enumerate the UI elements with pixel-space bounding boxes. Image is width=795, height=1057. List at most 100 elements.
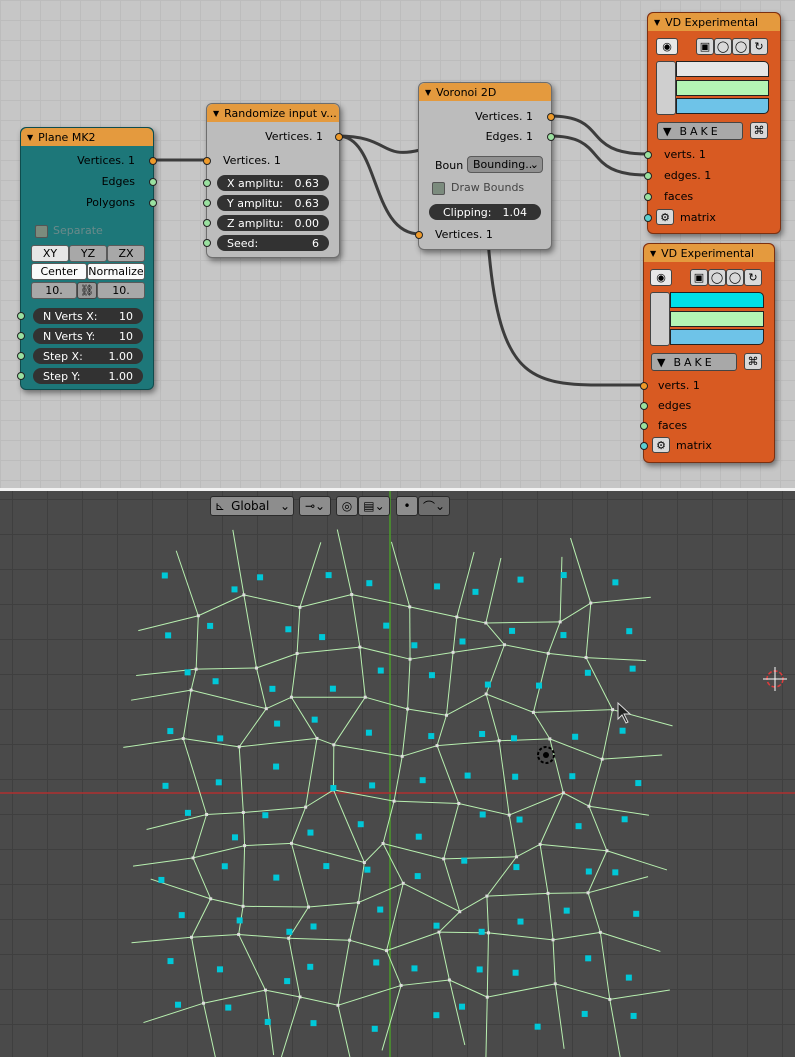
nverts-y-socket[interactable] (17, 332, 25, 340)
step-y-field[interactable]: Step Y: 1.00 (33, 368, 143, 384)
separate-checkbox[interactable] (35, 225, 48, 238)
x-amplitude-field[interactable]: X amplitu: 0.63 (217, 175, 329, 191)
mesh-edge (206, 811, 244, 815)
node-editor[interactable]: ▼ Plane MK2 Vertices. 1 Edges Polygons Se… (0, 0, 795, 488)
collapse-triangle-icon[interactable]: ▼ (654, 18, 660, 27)
vd1-face-color-swatch[interactable] (676, 98, 769, 114)
vd1-vertex-color-swatch[interactable] (676, 61, 769, 77)
vd-experimental-node-2[interactable]: ▼ VD Experimental ◉ ▣ ◯ ◯ ↻ ▼ BAKE ⌘ verts… (640, 243, 775, 463)
voronoi-vertices-socket[interactable] (547, 113, 555, 121)
z-amplitude-field[interactable]: Z amplitu: 0.00 (217, 215, 329, 231)
plane-node-header[interactable]: ▼ Plane MK2 (21, 128, 153, 146)
mesh-edge (239, 737, 318, 748)
vd2-matrix-icon[interactable]: ⚙ (652, 437, 670, 453)
3d-viewport[interactable]: ⊾ Global ⌄ ⊸ ⌄ ◎ ▤ ⌄ • ⌒ ⌄ (0, 491, 795, 1057)
randomize-input-socket[interactable] (203, 157, 211, 165)
nverts-x-field[interactable]: N Verts X: 10 (33, 308, 143, 324)
randomize-node[interactable]: ▼ Randomize input v... Vertices. 1 Vertic… (203, 103, 343, 258)
color-mode-icons[interactable] (656, 61, 676, 115)
mesh-edge (333, 696, 366, 746)
input-point (575, 823, 582, 830)
sphere-icon[interactable]: ◯ (732, 38, 750, 55)
vd1-node-header[interactable]: ▼ VD Experimental (648, 13, 780, 31)
3d-cursor-icon[interactable] (537, 746, 555, 764)
falloff-toggle[interactable]: • (396, 496, 418, 516)
vd1-matrix-socket[interactable] (644, 214, 652, 222)
cube-icon[interactable]: ▣ (696, 38, 714, 55)
vd2-face-color-swatch[interactable] (670, 329, 764, 345)
tab-xy[interactable]: XY (31, 245, 69, 262)
collapse-triangle-icon[interactable]: ▼ (425, 88, 431, 97)
link-icon[interactable]: ⛓ (77, 282, 97, 299)
voronoi-mesh-display[interactable] (0, 491, 795, 1057)
plane-polygons-socket[interactable] (149, 199, 157, 207)
plane-mk2-node[interactable]: ▼ Plane MK2 Vertices. 1 Edges Polygons Se… (17, 127, 157, 390)
circle-icon[interactable]: ◯ (708, 269, 726, 286)
seed-field[interactable]: Seed: 6 (217, 235, 329, 251)
nverts-y-field[interactable]: N Verts Y: 10 (33, 328, 143, 344)
voronoi-2d-node[interactable]: ▼ Voronoi 2D Vertices. 1 Edges. 1 Boun Bo… (415, 82, 555, 250)
size-y-field[interactable]: 10. (97, 282, 145, 299)
nverts-x-socket[interactable] (17, 312, 25, 320)
vd2-extra-icon[interactable]: ⌘ (744, 353, 762, 370)
vd2-bake-button[interactable]: ▼ BAKE (651, 353, 737, 371)
clipping-field[interactable]: Clipping: 1.04 (429, 204, 541, 220)
draw-bounds-checkbox[interactable] (432, 182, 445, 195)
eye-icon[interactable]: ◉ (656, 38, 678, 55)
vd1-matrix-icon[interactable]: ⚙ (656, 209, 674, 225)
center-toggle[interactable]: Center (31, 263, 87, 280)
vd1-extra-icon[interactable]: ⌘ (750, 122, 768, 139)
vd-experimental-node-1[interactable]: ▼ VD Experimental ◉ ▣ ◯ ◯ ↻ ▼ BAKE ⌘ verts… (644, 12, 781, 234)
vd1-bake-button[interactable]: ▼ BAKE (657, 122, 743, 140)
plane-vertices-socket[interactable] (149, 157, 157, 165)
vd2-node-header[interactable]: ▼ VD Experimental (644, 244, 774, 262)
vd1-edge-color-swatch[interactable] (676, 80, 769, 96)
circle-icon[interactable]: ◯ (714, 38, 732, 55)
collapse-triangle-icon[interactable]: ▼ (213, 109, 219, 118)
mesh-edge (299, 996, 339, 1006)
step-x-socket[interactable] (17, 352, 25, 360)
size-x-field[interactable]: 10. (31, 282, 77, 299)
randomize-node-header[interactable]: ▼ Randomize input v... (207, 104, 339, 122)
voronoi-node-header[interactable]: ▼ Voronoi 2D (419, 83, 551, 101)
y-amplitude-field[interactable]: Y amplitu: 0.63 (217, 195, 329, 211)
collapse-triangle-icon[interactable]: ▼ (650, 249, 656, 258)
proportional-edit-button[interactable]: ◎ (336, 496, 358, 516)
wire-icon[interactable]: ↻ (744, 269, 762, 286)
cube-icon[interactable]: ▣ (690, 269, 708, 286)
vd2-vertex-color-swatch[interactable] (670, 292, 764, 308)
transform-orientation-dropdown[interactable]: ⊾ Global ⌄ (210, 496, 294, 516)
vd1-edges-socket[interactable] (644, 172, 652, 180)
vd2-matrix-socket[interactable] (640, 442, 648, 450)
randomize-output-socket[interactable] (335, 133, 343, 141)
bound-mode-dropdown[interactable]: Bounding... ⌄ (467, 156, 543, 173)
seed-socket[interactable] (203, 239, 211, 247)
vd1-verts-socket[interactable] (644, 151, 652, 159)
plane-edges-socket[interactable] (149, 178, 157, 186)
voronoi-input-socket[interactable] (415, 231, 423, 239)
x-amplitude-socket[interactable] (203, 179, 211, 187)
y-amplitude-socket[interactable] (203, 199, 211, 207)
input-point (434, 583, 441, 590)
color-mode-icons[interactable] (650, 292, 670, 346)
snap-dropdown[interactable]: ⊸ ⌄ (299, 496, 331, 516)
mesh-edge (242, 812, 246, 846)
tab-yz[interactable]: YZ (69, 245, 107, 262)
step-x-field[interactable]: Step X: 1.00 (33, 348, 143, 364)
vd2-edge-color-swatch[interactable] (670, 311, 764, 327)
voronoi-edges-socket[interactable] (547, 133, 555, 141)
pivot-dropdown[interactable]: ▤ ⌄ (358, 496, 390, 516)
step-y-socket[interactable] (17, 372, 25, 380)
vd1-faces-socket[interactable] (644, 193, 652, 201)
vd2-verts-socket[interactable] (640, 382, 648, 390)
tab-zx[interactable]: ZX (107, 245, 145, 262)
vd2-edges-socket[interactable] (640, 402, 648, 410)
z-amplitude-socket[interactable] (203, 219, 211, 227)
eye-icon[interactable]: ◉ (650, 269, 672, 286)
vd2-faces-socket[interactable] (640, 422, 648, 430)
normalize-toggle[interactable]: Normalize (87, 263, 145, 280)
wire-icon[interactable]: ↻ (750, 38, 768, 55)
sphere-icon[interactable]: ◯ (726, 269, 744, 286)
collapse-triangle-icon[interactable]: ▼ (27, 133, 33, 142)
falloff-dropdown[interactable]: ⌒ ⌄ (418, 496, 450, 516)
